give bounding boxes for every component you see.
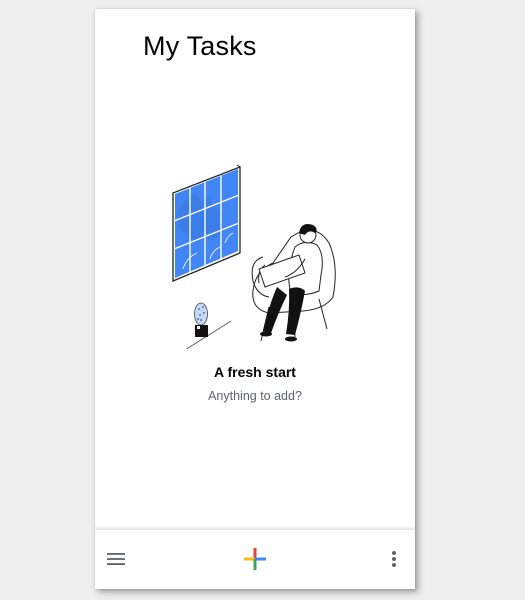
app-window: My Tasks A fresh start Anything to add?	[95, 9, 415, 589]
bottom-app-bar	[95, 530, 415, 589]
more-vert-icon[interactable]	[382, 547, 406, 571]
hamburger-menu-icon[interactable]	[104, 547, 128, 571]
empty-state-heading: A fresh start	[214, 364, 296, 380]
add-task-button[interactable]	[243, 547, 267, 571]
window-illustration	[172, 164, 241, 282]
page-title: My Tasks	[143, 31, 257, 61]
empty-state-subtitle: Anything to add?	[208, 389, 302, 403]
multicolor-plus-icon	[244, 548, 266, 570]
empty-state-illustration	[172, 164, 336, 349]
plant-illustration	[194, 302, 208, 337]
